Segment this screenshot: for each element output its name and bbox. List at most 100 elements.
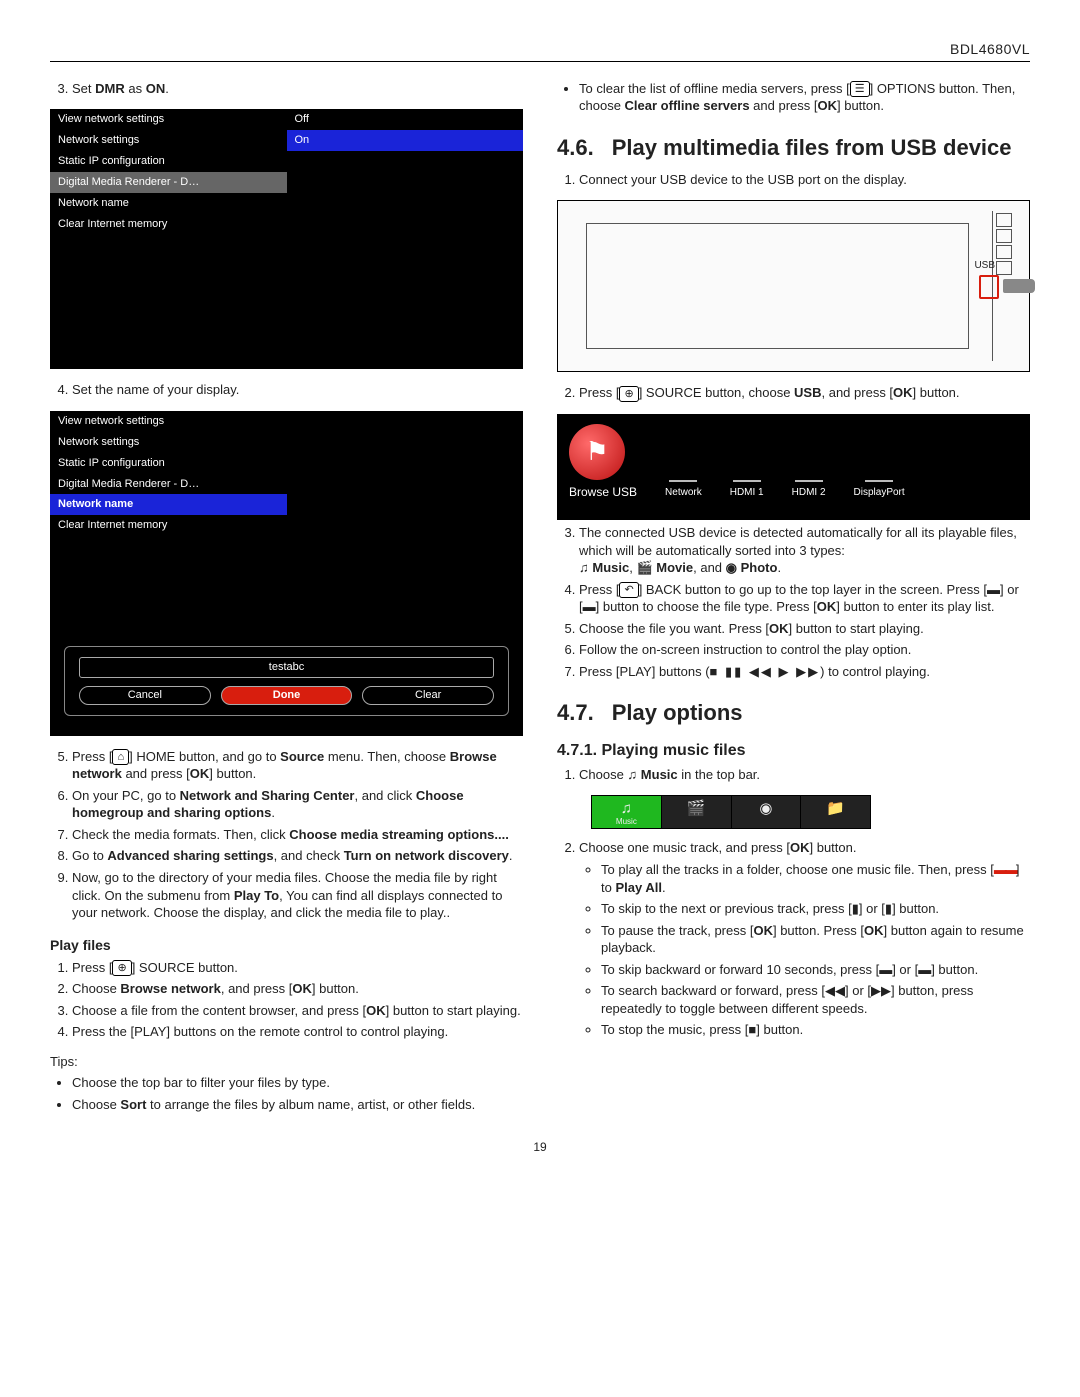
tv-menu-left: View network settings Network settings S… [50,411,287,536]
movie-tab[interactable]: 🎬 [662,795,732,829]
cancel-button[interactable]: Cancel [79,686,211,705]
menu-item[interactable]: View network settings [50,411,287,432]
pf-step-2: Choose Browse network, and press [OK] bu… [72,980,523,998]
sec471-steps-2: Choose one music track, and press [OK] b… [557,839,1030,1038]
menu-item[interactable]: Clear Internet memory [50,214,287,235]
step-9: Now, go to the directory of your media f… [72,869,523,922]
browse-usb-label: Browse USB [569,484,637,500]
menu-item[interactable]: Network settings [50,432,287,453]
tv-menu-network-name: View network settings Network settings S… [50,411,523,736]
menu-item-selected[interactable]: Digital Media Renderer - D… [50,172,287,193]
folder-tab[interactable]: 📁 [801,795,871,829]
option-on-selected[interactable]: On [287,130,524,151]
tv-menu-right: Off On [287,109,524,234]
section-title: Play options [612,698,743,728]
step-3: Set DMR as ON. [72,80,523,98]
play-symbols: ■ ▮▮ ◀◀ ▶ ▶▶ [710,664,821,679]
tip-1: Choose the top bar to filter your files … [72,1074,523,1092]
left-column: Set DMR as ON. View network settings Net… [50,76,523,1126]
source-icon: ⊕ [112,960,131,976]
usb-stick-icon [1003,279,1035,293]
s471-1: Choose ♫ Music in the top bar. [579,766,1030,784]
step-5: Press [⌂] HOME button, and go to Source … [72,748,523,783]
section-title: Play multimedia files from USB device [612,133,1012,163]
tips-list-continued: To clear the list of offline media serve… [557,80,1030,115]
pf-step-4: Press the [PLAY] buttons on the remote c… [72,1023,523,1041]
two-column-layout: Set DMR as ON. View network settings Net… [50,76,1030,1126]
step-8: Go to Advanced sharing settings, and che… [72,847,523,865]
s46-6: Follow the on-screen instruction to cont… [579,641,1030,659]
dialog-buttons: Cancel Done Clear [79,686,494,705]
tv-menu-left: View network settings Network settings S… [50,109,287,234]
s471-2c: To pause the track, press [OK] button. P… [601,922,1030,957]
source-item[interactable]: HDMI 2 [792,452,826,500]
tv-menu-columns: View network settings Network settings S… [50,109,523,234]
sec46-steps-2: Press [⊕] SOURCE button, choose USB, and… [557,384,1030,402]
sec46-steps-3: The connected USB device is detected aut… [557,524,1030,680]
pf-step-3: Choose a file from the content browser, … [72,1002,523,1020]
options-icon: ☰ [850,81,870,97]
tv-menu-columns: View network settings Network settings S… [50,411,523,536]
menu-item[interactable]: Network name [50,193,287,214]
source-item[interactable]: DisplayPort [854,452,905,500]
music-tab-active[interactable]: ♫Music [591,795,662,829]
model-number: BDL4680VL [950,41,1030,57]
media-topbar: ♫Music 🎬 ◉ 📁 [591,795,871,829]
sec471-bullets: To play all the tracks in a folder, choo… [579,861,1030,1039]
back-icon: ↶ [619,582,638,598]
s46-1: Connect your USB device to the USB port … [579,171,1030,189]
s46-2: Press [⊕] SOURCE button, choose USB, and… [579,384,1030,402]
page-header: BDL4680VL [50,40,1030,62]
menu-item[interactable]: Digital Media Renderer - D… [50,474,287,495]
s46-4: Press [↶] BACK button to go up to the to… [579,581,1030,616]
section-number: 4.7. [557,698,594,728]
steps-continued: Set DMR as ON. [50,80,523,98]
source-item[interactable]: HDMI 1 [730,452,764,500]
menu-item[interactable]: Clear Internet memory [50,515,287,536]
s471-2b: To skip to the next or previous track, p… [601,900,1030,918]
step-6: On your PC, go to Network and Sharing Ce… [72,787,523,822]
option-off[interactable]: Off [287,109,524,130]
play-files-steps: Press [⊕] SOURCE button. Choose Browse n… [50,959,523,1041]
photo-tab[interactable]: ◉ [732,795,802,829]
s46-3: The connected USB device is detected aut… [579,524,1030,577]
sec471-steps: Choose ♫ Music in the top bar. [557,766,1030,784]
menu-item[interactable]: Static IP configuration [50,453,287,474]
section-4-7: 4.7. Play options [557,698,1030,728]
s46-5: Choose the file you want. Press [OK] but… [579,620,1030,638]
usb-label: USB [974,259,995,273]
source-icon: ⊕ [619,386,638,402]
home-icon: ⌂ [112,749,129,765]
s471-2e: To search backward or forward, press [◀◀… [601,982,1030,1017]
menu-item-selected[interactable]: Network name [50,494,287,515]
usb-port-highlight [979,275,999,299]
tip-3: To clear the list of offline media serve… [579,80,1030,115]
steps-continued-3: Press [⌂] HOME button, and go to Source … [50,748,523,922]
s46-7: Press [PLAY] buttons (■ ▮▮ ◀◀ ▶ ▶▶) to c… [579,663,1030,681]
s471-2a: To play all the tracks in a folder, choo… [601,861,1030,896]
step-7: Check the media formats. Then, click Cho… [72,826,523,844]
steps-continued-2: Set the name of your display. [50,381,523,399]
clear-button[interactable]: Clear [362,686,494,705]
menu-item[interactable]: Static IP configuration [50,151,287,172]
step-4: Set the name of your display. [72,381,523,399]
rear-panel [586,223,969,349]
pf-step-1: Press [⊕] SOURCE button. [72,959,523,977]
section-number: 4.6. [557,133,594,163]
red-button-icon: ▬▬ [994,862,1016,877]
page-number: 19 [50,1139,1030,1155]
display-rear-diagram: USB [557,200,1030,372]
browse-usb-item[interactable]: ⚑ Browse USB [569,424,637,500]
play-files-heading: Play files [50,936,523,955]
done-button[interactable]: Done [221,686,353,705]
tips-label: Tips: [50,1053,523,1071]
name-input[interactable]: testabc [79,657,494,678]
s471-2: Choose one music track, and press [OK] b… [579,839,1030,1038]
source-select-screen: ⚑ Browse USB Network HDMI 1 HDMI 2 Displ… [557,414,1030,520]
tv-menu-dmr: View network settings Network settings S… [50,109,523,369]
right-column: To clear the list of offline media serve… [557,76,1030,1126]
menu-item[interactable]: View network settings [50,109,287,130]
menu-item[interactable]: Network settings [50,130,287,151]
name-entry-dialog: testabc Cancel Done Clear [64,646,509,716]
source-item[interactable]: Network [665,452,702,500]
